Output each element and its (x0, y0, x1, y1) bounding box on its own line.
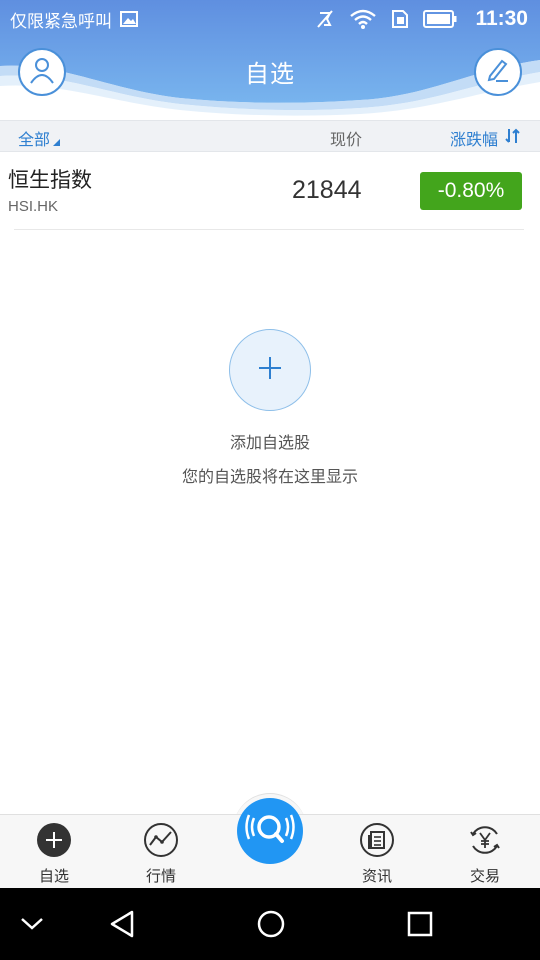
empty-state-subtitle: 您的自选股将在这里显示 (181, 467, 358, 486)
tab-label: 交易 (469, 867, 500, 885)
battery-icon (423, 10, 457, 28)
page-title: 自选 (245, 60, 295, 88)
row-divider (14, 229, 524, 230)
tab-news[interactable]: 资讯 (327, 815, 427, 889)
edit-button[interactable] (474, 48, 522, 96)
voice-search-button[interactable] (237, 798, 303, 864)
stock-name: 恒生指数 (8, 168, 92, 192)
filter-all-label: 全部 (18, 130, 51, 149)
tab-market[interactable]: 行情 (111, 815, 211, 889)
top-area: 仅限紧急呼叫 11:30 自选 (0, 0, 540, 120)
table-row[interactable]: 恒生指数 HSI.HK 21844 -0.80% (0, 152, 540, 230)
change-sort-button[interactable]: 涨跌幅 (450, 126, 522, 150)
chart-line-icon (143, 822, 179, 858)
stock-code: HSI.HK (8, 198, 59, 215)
filter-all-dropdown[interactable]: 全部 (18, 126, 61, 150)
recents-icon[interactable] (400, 906, 440, 942)
tab-label: 自选 (38, 867, 69, 885)
mute-icon (315, 9, 335, 29)
yen-icon (467, 822, 503, 858)
stock-price: 21844 (292, 176, 362, 204)
dropdown-triangle-icon (53, 139, 61, 146)
change-column-label: 涨跌幅 (449, 130, 498, 149)
add-stock-button[interactable] (229, 329, 311, 411)
tab-label: 资讯 (361, 867, 392, 885)
system-nav-bar (0, 888, 540, 960)
voice-search-icon (245, 804, 295, 858)
wifi-icon (349, 9, 377, 29)
down-icon[interactable] (12, 906, 52, 942)
plus-icon (257, 355, 283, 385)
app-header: 自选 (0, 38, 540, 108)
column-header: 全部 现价 涨跌幅 (0, 120, 540, 152)
sort-arrows-icon (504, 127, 522, 149)
price-column-label: 现价 (330, 130, 363, 149)
home-icon[interactable] (251, 906, 291, 942)
back-icon[interactable] (102, 906, 142, 942)
tab-watchlist[interactable]: 自选 (4, 815, 104, 889)
news-icon (359, 822, 395, 858)
carrier-text: 仅限紧急呼叫 (10, 11, 112, 32)
sim-icon (391, 9, 409, 29)
tab-label: 行情 (145, 867, 176, 885)
tab-trade[interactable]: 交易 (435, 815, 535, 889)
edit-pencil-icon (484, 56, 512, 88)
status-bar: 仅限紧急呼叫 11:30 (0, 0, 540, 38)
plus-circle-icon (36, 822, 72, 858)
change-badge[interactable]: -0.80% (420, 172, 522, 210)
empty-state-title: 添加自选股 (229, 433, 310, 452)
clock-text: 11:30 (475, 7, 528, 30)
image-icon (120, 11, 138, 27)
